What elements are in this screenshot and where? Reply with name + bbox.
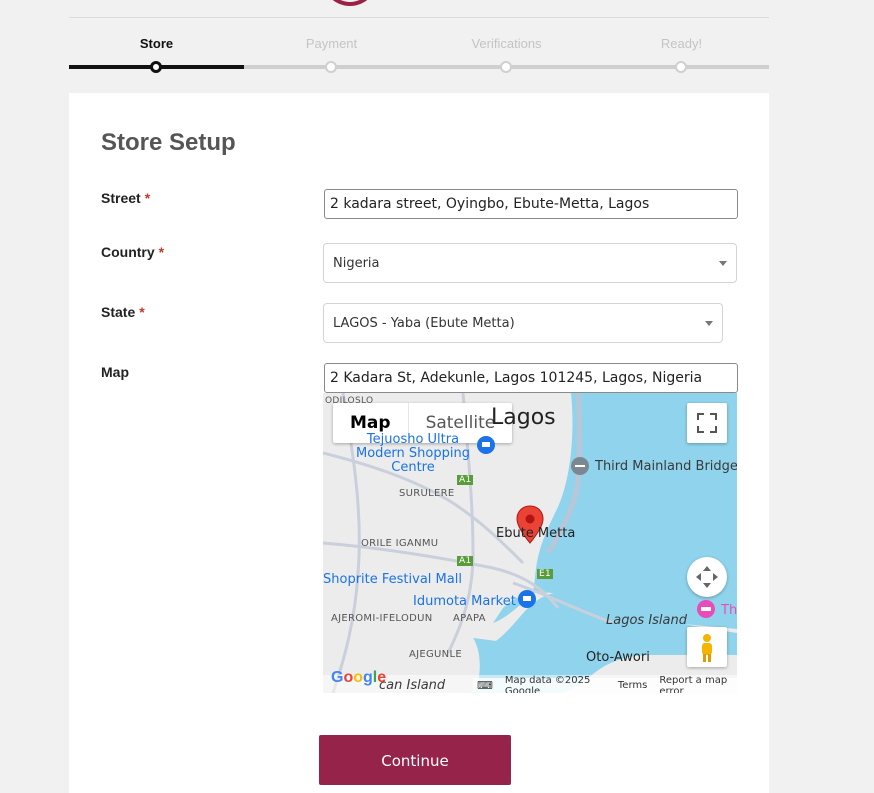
map-label-lagos-island: Lagos Island [606,613,687,628]
map-label-shoprite: Shoprite Festival Mall [323,572,462,587]
map-label-island-bottom: can Island [379,678,446,693]
map-label-surulere: SURULERE [399,488,455,499]
street-label-text: Street [101,190,141,206]
required-asterisk: * [158,244,165,260]
fullscreen-button[interactable] [687,403,727,443]
google-logo: Google [331,669,387,686]
country-label: Country * [101,244,164,260]
market-icon [518,590,536,608]
road-shield-a1-mid: A1 [457,556,474,566]
map-label-shopping-centre: Tejuosho Ultra Modern Shopping Centre [356,432,470,475]
map-data-attribution: Map data ©2025 Google [504,674,591,694]
step-store-dot [150,61,162,73]
fullscreen-icon [697,413,717,433]
continue-button[interactable]: Continue [319,735,511,785]
keyboard-shortcuts-icon[interactable]: ⌨ [477,679,493,692]
state-label: State * [101,304,145,320]
map-footer: ⌨ Map data ©2025 Google Terms Report a m… [473,674,737,694]
street-label: Street * [101,190,150,206]
map-label: Map [101,364,129,380]
hotel-icon [697,600,715,618]
map-label-oto-awori: Oto-Awori [586,650,650,665]
state-select-value: LAGOS - Yaba (Ebute Metta) [333,316,515,331]
step-verifications-dot [500,61,512,73]
required-asterisk: * [144,190,151,206]
bridge-icon [571,457,589,475]
state-label-text: State [101,304,136,320]
report-map-error-link[interactable]: Report a map error [659,675,737,694]
country-select[interactable]: Nigeria [323,243,737,283]
shopping-cart-icon [477,436,495,454]
map-label-top-left: ODILOSLO [325,396,374,406]
state-select[interactable]: LAGOS - Yaba (Ebute Metta) [323,303,723,343]
map-label-text: Map [101,364,129,380]
required-asterisk: * [139,304,145,320]
header-divider [69,17,769,18]
step-store-label: Store [139,36,174,51]
map-label-city: Lagos [491,405,556,430]
road-shield-e1: E1 [537,569,554,579]
map-search-input[interactable] [324,363,738,393]
chevron-down-icon [705,321,713,326]
map-widget[interactable]: Map Satellite ODILOSLO Lagos Tejuosho Ul… [323,393,737,693]
map-label-orile: ORILE IGANMU [361,538,439,549]
street-input[interactable] [324,189,738,219]
map-label-idumota: Idumota Market [413,594,516,609]
camera-control-button[interactable] [687,557,727,597]
terms-link[interactable]: Terms [618,680,647,691]
street-view-button[interactable] [687,627,727,667]
country-label-text: Country [101,244,155,260]
map-label-bridge: Third Mainland Bridge [595,459,737,474]
pan-arrows-icon [696,566,718,588]
setup-stepper: Store Payment Verifications Ready! [69,30,769,80]
brand-logo [322,0,378,6]
stepper-track [69,65,769,69]
step-ready-dot [675,61,687,73]
chevron-down-icon [719,261,727,266]
map-label-ajeromi: AJEROMI-IFELODUN [331,613,433,624]
country-select-value: Nigeria [333,256,380,271]
map-label-apapa: APAPA [453,613,486,624]
page-title: Store Setup [101,129,236,156]
step-payment-dot [325,61,337,73]
step-payment-label: Payment [305,36,358,51]
pegman-icon [702,634,712,662]
map-label-hotel: Th [721,603,737,618]
road-shield-a1-top: A1 [457,475,474,485]
map-label-ebute-metta: Ebute Metta [496,526,576,541]
step-verifications-label: Verifications [471,36,542,51]
map-label-ajegunle: AJEGUNLE [409,649,462,660]
step-ready-label: Ready! [660,36,703,51]
store-setup-card: Store Setup Street* Country* Nigeria Sta… [69,93,769,793]
